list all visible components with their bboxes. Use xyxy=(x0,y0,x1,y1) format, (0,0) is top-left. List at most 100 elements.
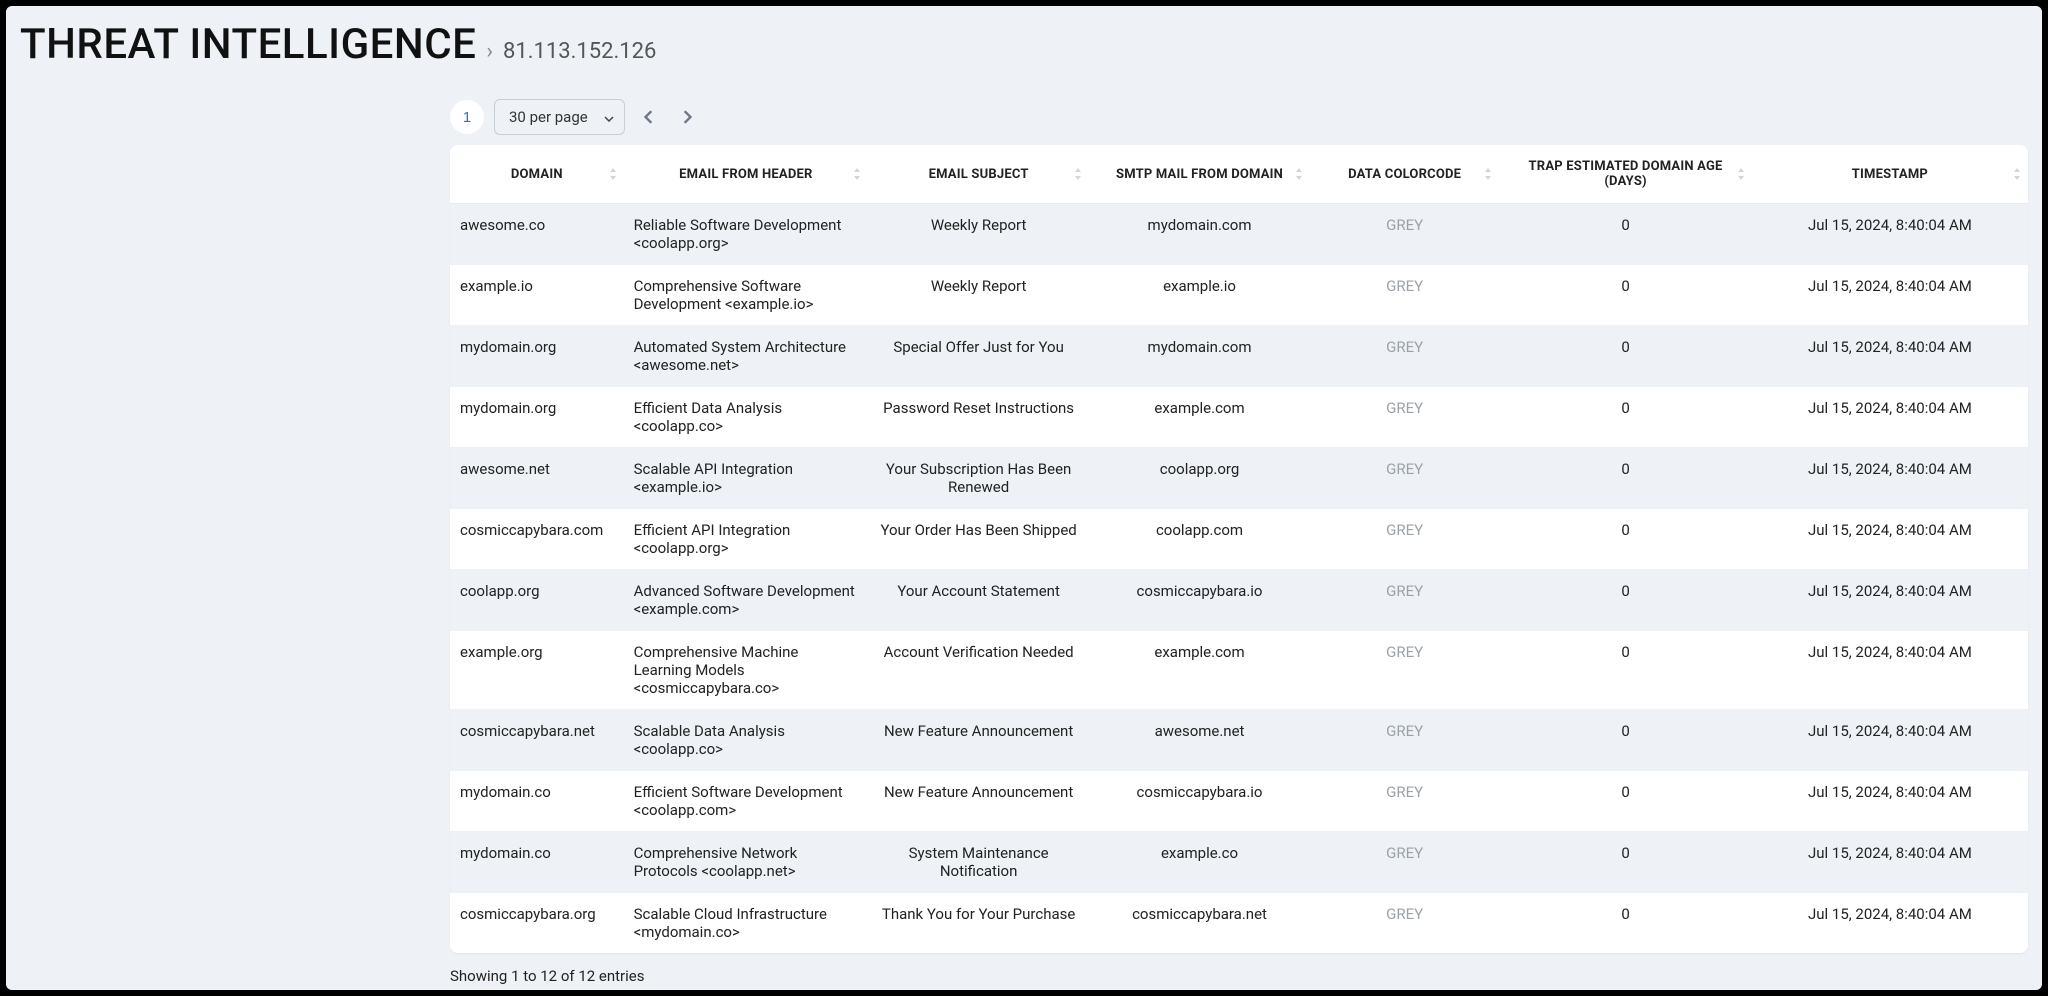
cell-timestamp: Jul 15, 2024, 8:40:04 AM xyxy=(1752,265,2028,326)
cell-age: 0 xyxy=(1499,710,1751,771)
sort-icon xyxy=(852,167,862,181)
cell-subject: Password Reset Instructions xyxy=(868,387,1089,448)
per-page-select[interactable]: 30 per page xyxy=(494,99,625,135)
cell-age: 0 xyxy=(1499,448,1751,509)
col-header-domain[interactable]: DOMAIN xyxy=(450,145,624,204)
cell-subject: Weekly Report xyxy=(868,204,1089,265)
table-row: mydomain.orgAutomated System Architectur… xyxy=(450,326,2028,387)
cell-domain: example.io xyxy=(450,265,624,326)
col-header-smtp[interactable]: SMTP MAIL FROM DOMAIN xyxy=(1089,145,1310,204)
cell-smtp: cosmiccapybara.net xyxy=(1089,893,1310,954)
table-row: awesome.netScalable API Integration <exa… xyxy=(450,448,2028,509)
cell-timestamp: Jul 15, 2024, 8:40:04 AM xyxy=(1752,710,2028,771)
cell-timestamp: Jul 15, 2024, 8:40:04 AM xyxy=(1752,326,2028,387)
cell-subject: New Feature Announcement xyxy=(868,771,1089,832)
table-row: awesome.coReliable Software Development … xyxy=(450,204,2028,265)
cell-from: Scalable API Integration <example.io> xyxy=(624,448,869,509)
cell-from: Comprehensive Network Protocols <coolapp… xyxy=(624,832,869,893)
cell-smtp: cosmiccapybara.io xyxy=(1089,570,1310,631)
cell-colorcode: GREY xyxy=(1310,832,1499,893)
cell-smtp: cosmiccapybara.io xyxy=(1089,771,1310,832)
cell-smtp: coolapp.org xyxy=(1089,448,1310,509)
table-row: mydomain.coComprehensive Network Protoco… xyxy=(450,832,2028,893)
cell-subject: Your Subscription Has Been Renewed xyxy=(868,448,1089,509)
cell-timestamp: Jul 15, 2024, 8:40:04 AM xyxy=(1752,771,2028,832)
caret-down-icon xyxy=(604,108,614,126)
cell-age: 0 xyxy=(1499,832,1751,893)
cell-from: Comprehensive Software Development <exam… xyxy=(624,265,869,326)
per-page-label: 30 per page xyxy=(509,108,588,126)
cell-age: 0 xyxy=(1499,204,1751,265)
sort-icon xyxy=(2012,167,2022,181)
entries-summary: Showing 1 to 12 of 12 entries xyxy=(450,967,2028,985)
col-header-timestamp[interactable]: TIMESTAMP xyxy=(1752,145,2028,204)
cell-timestamp: Jul 15, 2024, 8:40:04 AM xyxy=(1752,509,2028,570)
cell-colorcode: GREY xyxy=(1310,265,1499,326)
pager-top: 1 30 per page xyxy=(450,99,2028,135)
cell-domain: mydomain.org xyxy=(450,326,624,387)
cell-from: Efficient API Integration <coolapp.org> xyxy=(624,509,869,570)
cell-colorcode: GREY xyxy=(1310,893,1499,954)
cell-age: 0 xyxy=(1499,387,1751,448)
cell-from: Automated System Architecture <awesome.n… xyxy=(624,326,869,387)
cell-from: Efficient Data Analysis <coolapp.co> xyxy=(624,387,869,448)
page-title: THREAT INTELLIGENCE xyxy=(20,20,476,69)
col-header-subject[interactable]: EMAIL SUBJECT xyxy=(868,145,1089,204)
next-page-button[interactable] xyxy=(673,103,701,131)
cell-colorcode: GREY xyxy=(1310,204,1499,265)
cell-colorcode: GREY xyxy=(1310,631,1499,710)
page-number-1[interactable]: 1 xyxy=(450,100,484,134)
cell-domain: awesome.net xyxy=(450,448,624,509)
cell-from: Reliable Software Development <coolapp.o… xyxy=(624,204,869,265)
cell-timestamp: Jul 15, 2024, 8:40:04 AM xyxy=(1752,893,2028,954)
cell-smtp: example.co xyxy=(1089,832,1310,893)
prev-page-button[interactable] xyxy=(635,103,663,131)
cell-domain: coolapp.org xyxy=(450,570,624,631)
cell-colorcode: GREY xyxy=(1310,771,1499,832)
cell-age: 0 xyxy=(1499,893,1751,954)
cell-from: Scalable Cloud Infrastructure <mydomain.… xyxy=(624,893,869,954)
breadcrumb-separator: › xyxy=(486,39,493,64)
cell-smtp: mydomain.com xyxy=(1089,204,1310,265)
cell-smtp: example.com xyxy=(1089,387,1310,448)
cell-subject: Weekly Report xyxy=(868,265,1089,326)
cell-subject: Your Account Statement xyxy=(868,570,1089,631)
cell-domain: cosmiccapybara.net xyxy=(450,710,624,771)
cell-from: Scalable Data Analysis <coolapp.co> xyxy=(624,710,869,771)
cell-age: 0 xyxy=(1499,570,1751,631)
cell-subject: Thank You for Your Purchase xyxy=(868,893,1089,954)
col-header-colorcode[interactable]: DATA COLORCODE xyxy=(1310,145,1499,204)
cell-subject: Account Verification Needed xyxy=(868,631,1089,710)
cell-from: Efficient Software Development <coolapp.… xyxy=(624,771,869,832)
cell-smtp: mydomain.com xyxy=(1089,326,1310,387)
table-row: coolapp.orgAdvanced Software Development… xyxy=(450,570,2028,631)
table-row: mydomain.orgEfficient Data Analysis <coo… xyxy=(450,387,2028,448)
sort-icon xyxy=(1294,167,1304,181)
table-row: example.orgComprehensive Machine Learnin… xyxy=(450,631,2028,710)
col-header-age[interactable]: TRAP ESTIMATED DOMAIN AGE (DAYS) xyxy=(1499,145,1751,204)
cell-age: 0 xyxy=(1499,771,1751,832)
cell-timestamp: Jul 15, 2024, 8:40:04 AM xyxy=(1752,570,2028,631)
cell-smtp: awesome.net xyxy=(1089,710,1310,771)
cell-smtp: example.com xyxy=(1089,631,1310,710)
col-header-from[interactable]: EMAIL FROM HEADER xyxy=(624,145,869,204)
cell-timestamp: Jul 15, 2024, 8:40:04 AM xyxy=(1752,448,2028,509)
cell-domain: awesome.co xyxy=(450,204,624,265)
cell-colorcode: GREY xyxy=(1310,448,1499,509)
sort-icon xyxy=(608,167,618,181)
cell-domain: cosmiccapybara.com xyxy=(450,509,624,570)
table-row: example.ioComprehensive Software Develop… xyxy=(450,265,2028,326)
cell-domain: mydomain.co xyxy=(450,832,624,893)
cell-colorcode: GREY xyxy=(1310,387,1499,448)
table-row: cosmiccapybara.netScalable Data Analysis… xyxy=(450,710,2028,771)
cell-subject: System Maintenance Notification xyxy=(868,832,1089,893)
cell-subject: Special Offer Just for You xyxy=(868,326,1089,387)
cell-domain: cosmiccapybara.org xyxy=(450,893,624,954)
cell-timestamp: Jul 15, 2024, 8:40:04 AM xyxy=(1752,204,2028,265)
cell-age: 0 xyxy=(1499,631,1751,710)
cell-timestamp: Jul 15, 2024, 8:40:04 AM xyxy=(1752,631,2028,710)
table-row: mydomain.coEfficient Software Developmen… xyxy=(450,771,2028,832)
cell-colorcode: GREY xyxy=(1310,509,1499,570)
sort-icon xyxy=(1483,167,1493,181)
cell-from: Advanced Software Development <example.c… xyxy=(624,570,869,631)
